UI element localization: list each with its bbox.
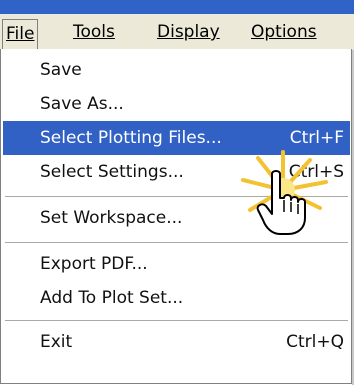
menu-item-export-pdf[interactable]: Export PDF... — [3, 247, 350, 281]
menu-item-label: Select Plotting Files... — [40, 128, 222, 148]
title-bar-strip — [0, 0, 354, 14]
menu-options[interactable]: Options — [248, 21, 320, 43]
menu-item-label: Save As... — [40, 94, 124, 114]
menu-file[interactable]: File — [2, 19, 39, 50]
menu-item-exit[interactable]: Exit Ctrl+Q — [3, 325, 350, 359]
hand-pointer-icon — [256, 170, 306, 235]
menu-item-save[interactable]: Save — [3, 53, 350, 87]
menu-options-label: Options — [251, 22, 317, 42]
menu-tools-label: Tools — [73, 22, 115, 42]
menu-item-label: Add To Plot Set... — [40, 288, 184, 308]
menu-tools[interactable]: Tools — [70, 21, 118, 43]
menu-item-label: Exit — [40, 332, 73, 352]
menu-display-label: Display — [157, 22, 220, 42]
menu-item-label: Set Workspace... — [40, 208, 183, 228]
menu-display[interactable]: Display — [154, 21, 223, 43]
menu-separator — [5, 320, 348, 321]
menu-file-label: File — [6, 24, 35, 44]
menu-item-label: Export PDF... — [40, 254, 148, 274]
menu-item-save-as[interactable]: Save As... — [3, 87, 350, 121]
menu-item-add-to-plot-set[interactable]: Add To Plot Set... — [3, 281, 350, 315]
menu-bar: File Tools Display Options — [0, 14, 354, 51]
menu-item-shortcut: Ctrl+Q — [286, 332, 344, 352]
menu-item-label: Save — [40, 60, 82, 80]
menu-separator — [5, 242, 348, 243]
application-window: File Tools Display Options Save Save As.… — [0, 0, 354, 385]
menu-item-label: Select Settings... — [40, 162, 184, 182]
